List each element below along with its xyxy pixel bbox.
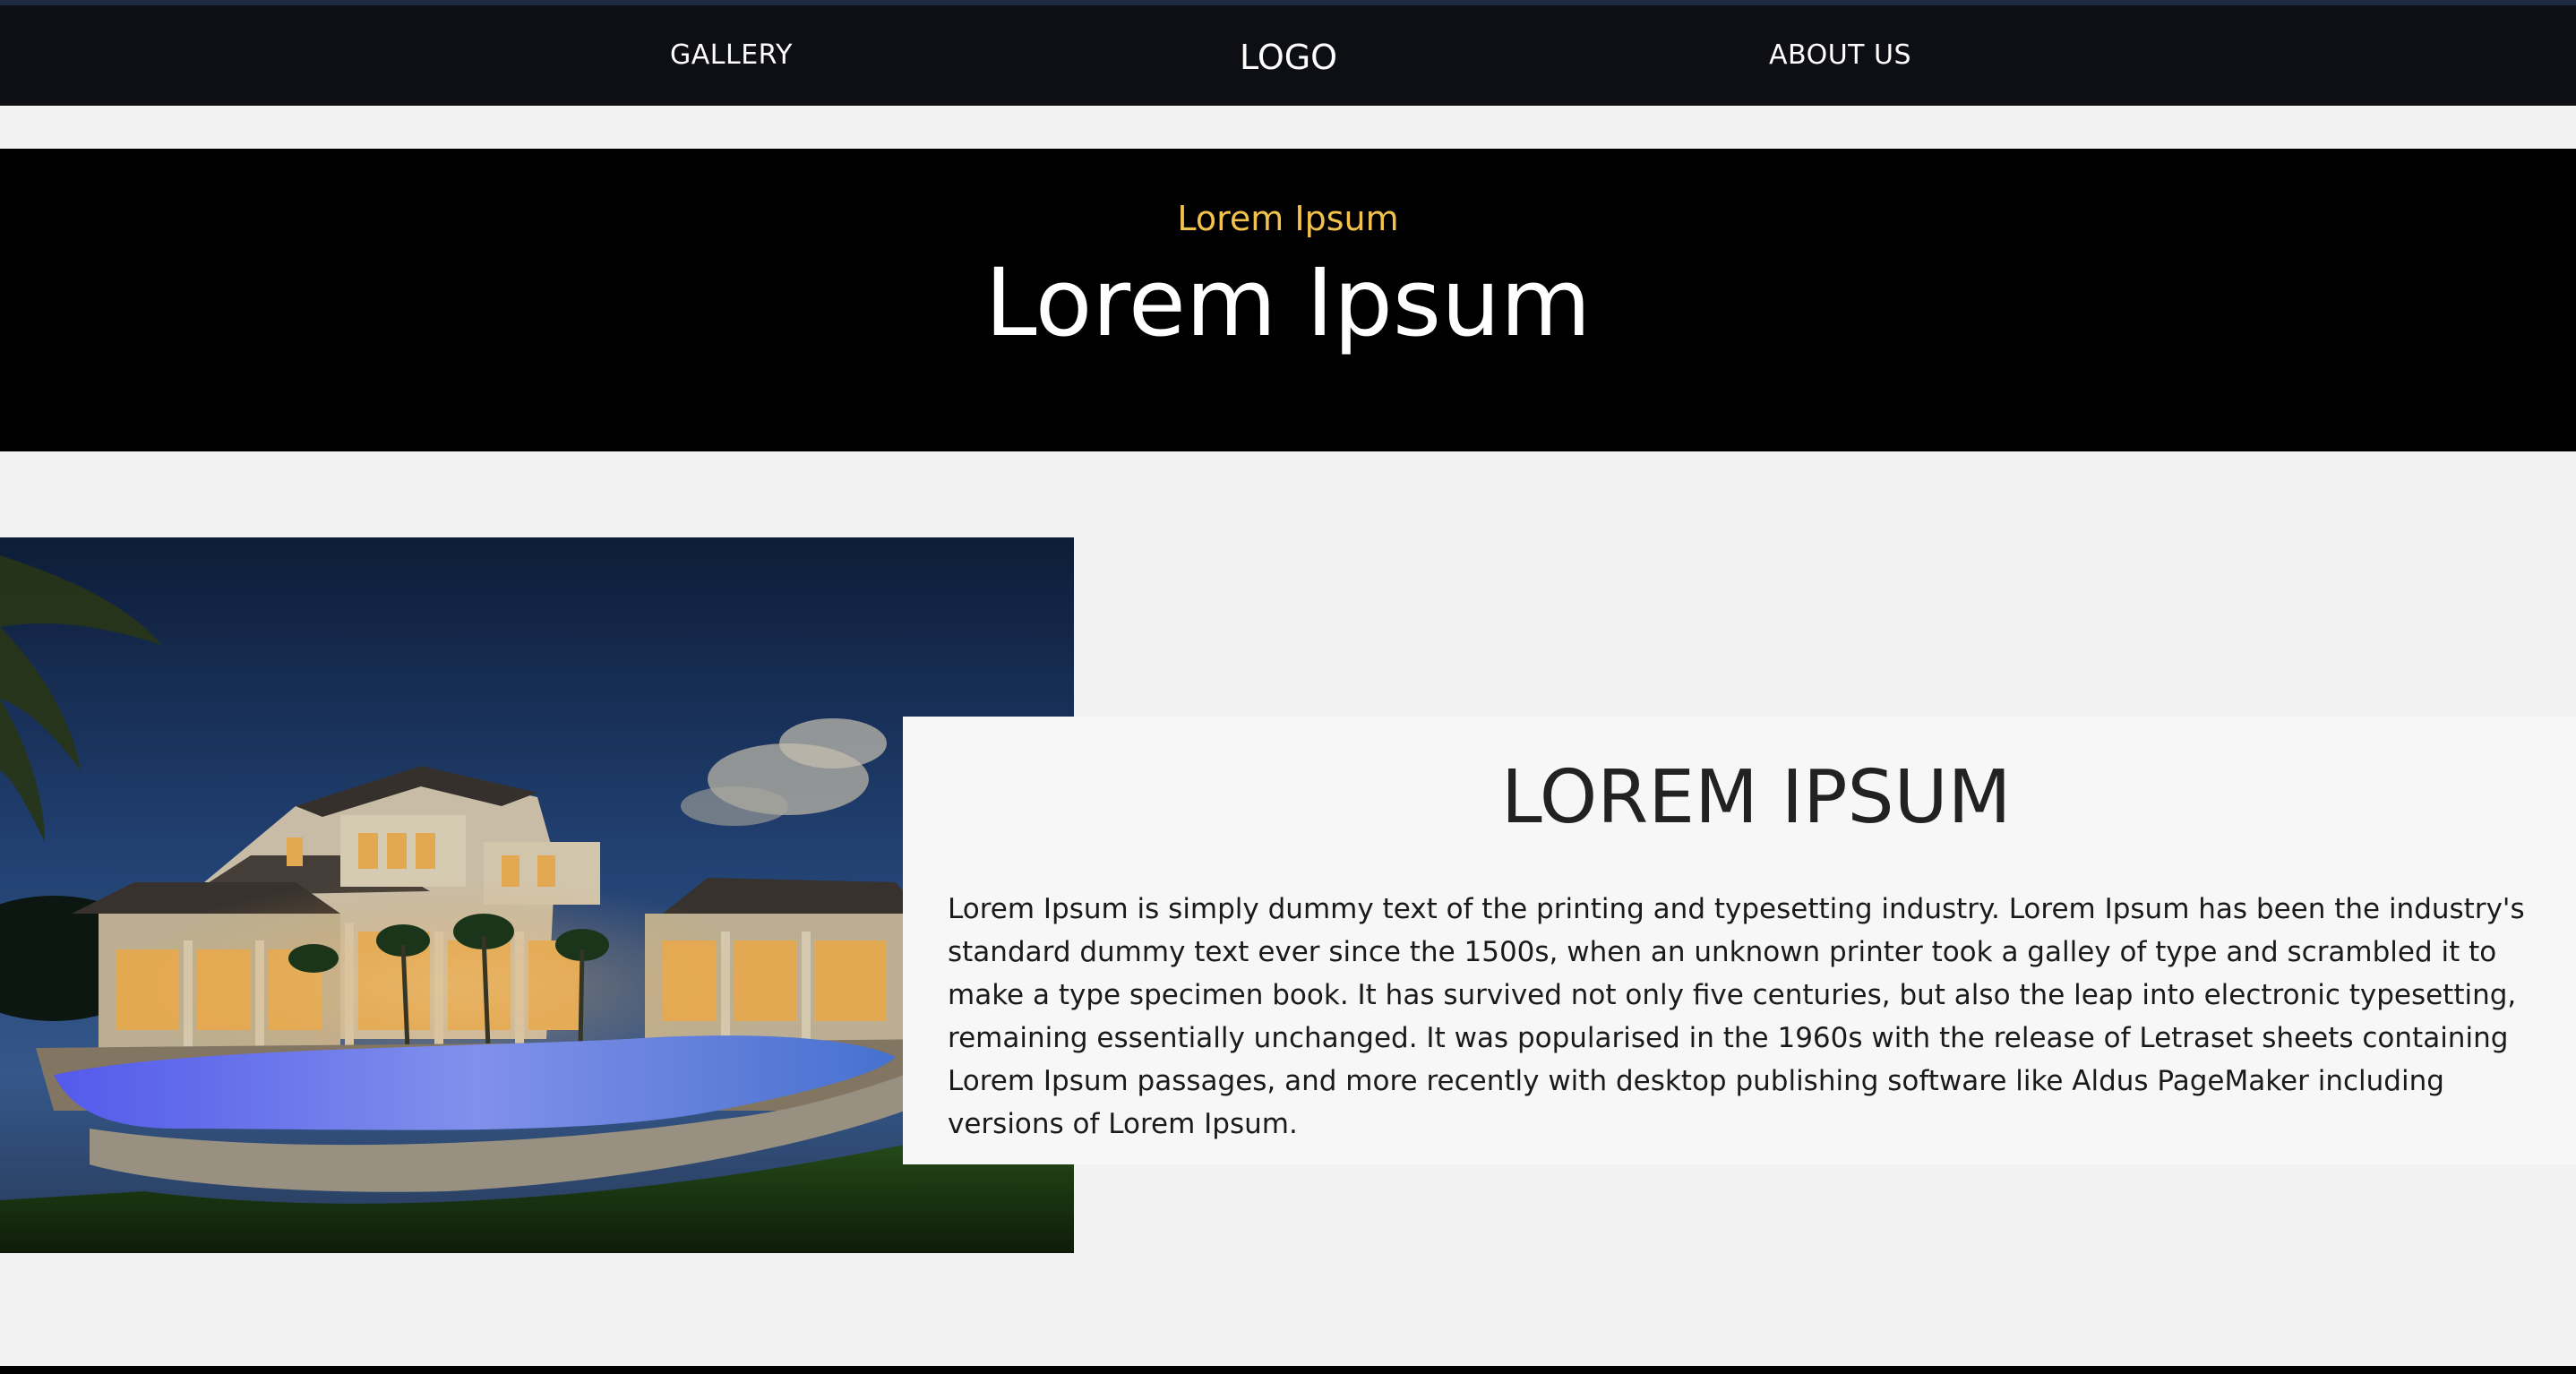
bottom-border — [0, 1366, 2576, 1374]
site-logo[interactable]: LOGO — [1240, 38, 1337, 77]
hero-title: Lorem Ipsum — [984, 248, 1592, 357]
nav-gallery-link[interactable]: GALLERY — [670, 39, 793, 71]
feature-title-text: LOREM IPSUM — [1501, 755, 2012, 840]
feature-body-text: Lorem Ipsum is simply dummy text of the … — [948, 893, 2525, 1140]
nav-about-link[interactable]: ABOUT US — [1769, 39, 1911, 71]
hero-banner: Lorem Ipsum Lorem Ipsum — [0, 149, 2576, 451]
hero-subtitle: Lorem Ipsum — [1177, 199, 1399, 238]
feature-card: LOREM IPSUM Lorem Ipsum is simply dummy … — [903, 717, 2576, 1164]
top-navbar: GALLERY LOGO ABOUT US — [0, 5, 2576, 106]
